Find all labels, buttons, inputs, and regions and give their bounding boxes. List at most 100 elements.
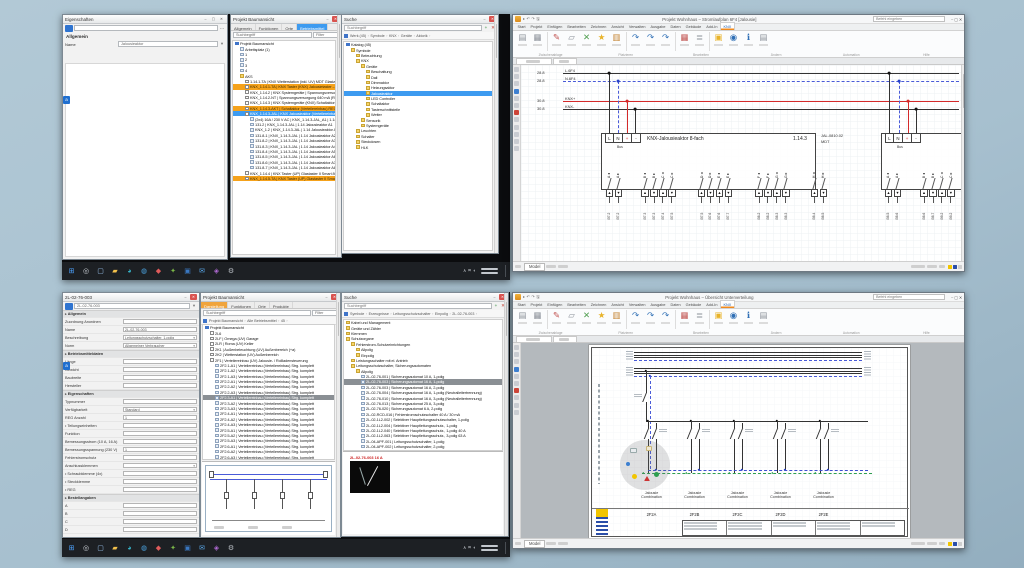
taskbar-app-icon[interactable]: ◈ [211,266,222,277]
form-row[interactable]: Name 2L-02-76-003 [63,326,199,334]
ribbon-tool-icon[interactable]: ✕ [579,32,594,52]
ribbon-tool-icon[interactable] [626,32,627,51]
ribbon-tool-icon[interactable] [709,32,710,51]
name-combobox[interactable]: Jalousieaktor [118,41,218,47]
layout-tab[interactable] [546,542,556,545]
ribbon-tool-icon[interactable]: ★ [594,310,609,330]
canvas-scrollbar[interactable] [961,65,964,261]
tray-icon[interactable]: ⌗ [468,545,471,551]
layout-tab[interactable] [558,542,568,545]
ribbon-tool-icon[interactable]: ↷ [643,32,658,52]
ribbon-tool-icon[interactable] [547,310,548,329]
taskbar-app-icon[interactable]: ◕ [124,266,135,277]
field-value[interactable] [123,511,197,517]
ribbon-tab[interactable]: Projekt [528,301,545,308]
document-tab[interactable] [516,336,552,342]
ribbon-tab[interactable]: Bearbeiten [565,23,588,30]
blue-dot-icon[interactable] [626,462,630,466]
field-value[interactable] [123,431,197,437]
field-value[interactable]: Leitungsschutzschalter, 1-polig [123,335,197,341]
taskbar-app-icon[interactable]: ◆ [153,266,164,277]
ribbon-tool-icon[interactable]: ℹ [741,310,756,330]
output-channel[interactable]: B▲ ▲ /08.6 [920,165,928,220]
ribbon-tool-icon[interactable]: ★ [594,32,609,52]
ribbon-tab[interactable]: KNX [720,300,735,308]
taskbar-app-icon[interactable]: ▢ [95,266,106,277]
tool-icon[interactable] [514,89,519,94]
terminal-cell[interactable]: L [605,133,614,143]
quick-access-toolbar[interactable]: ▸↶↷🖫 [523,294,540,301]
status-toggle[interactable] [948,265,952,269]
field-value[interactable] [123,527,197,533]
form-row[interactable]: Bemessungsstrom (10 A, 16 A) [63,438,199,446]
output-channel[interactable]: B▼ ▼ /07.3 [650,165,658,220]
tool-icon[interactable] [514,117,519,122]
tool-icon[interactable] [514,403,519,408]
search-input[interactable] [344,25,482,31]
ribbon-tool-icon[interactable]: ▦ [677,32,692,52]
taskbar-app-icon[interactable]: ◎ [81,266,92,277]
chevron-down-icon[interactable]: ▾ [191,303,197,309]
breadcrumb-segment[interactable]: Symbole [369,34,385,38]
tool-icon[interactable] [514,352,519,357]
field-value[interactable] [123,399,197,405]
status-toggle[interactable] [953,542,957,546]
breadcrumb-segment[interactable]: 45 [280,319,286,323]
ribbon-tool-icon[interactable] [626,310,627,329]
ribbon-tool-icon[interactable]: ▦ [677,310,692,330]
form-row[interactable]: • Steckklemme [63,478,199,486]
status-toggle[interactable] [958,265,962,269]
output-channel[interactable]: B▼ ▼ /08.7 [929,165,937,220]
output-channel[interactable]: F▼ ▼ /08.2 [764,165,772,220]
field-value[interactable] [123,383,197,389]
show-desktop-button[interactable] [505,542,507,554]
form-row[interactable]: C [63,518,199,526]
ribbon-tool-icon[interactable]: ℹ [741,32,756,52]
ribbon-tool-icon[interactable]: ▱ [564,310,579,330]
terminal-cell[interactable]: N [894,133,903,143]
filter-field[interactable]: Filter [313,32,339,38]
ribbon-tool-icon[interactable]: ↷ [643,310,658,330]
field-value[interactable]: 1 [123,447,197,453]
taskbar-app-icon[interactable]: ▣ [182,543,193,554]
tab[interactable]: Orte [255,302,270,308]
breadcrumb-segment[interactable]: 2L-02-76-003 [451,312,475,316]
ribbon-tab[interactable]: Add-In [704,301,720,308]
terminal-cell[interactable]: + [903,133,912,143]
tab[interactable]: Betriebsmittel [297,24,328,30]
ribbon-tool-icon[interactable]: ↷ [658,32,673,52]
ribbon-tool-icon[interactable] [675,32,676,51]
quick-access-toolbar[interactable]: ▸↶↷🖫 [523,16,540,23]
status-toggle[interactable] [958,542,962,546]
model-tab[interactable]: Model [524,263,545,271]
ribbon-tab[interactable]: Gebäude [683,23,704,30]
schematic-canvas[interactable]: 28.8 28.8 30.8 30.8 L.6F4 N.6F4 KNX+ KNX… [521,65,964,261]
window-titlebar[interactable]: Projekt Baumansicht – ✕ [231,15,341,24]
ribbon-tab[interactable]: Daten [668,301,683,308]
system-tray[interactable]: ∧⌗◖ [463,542,506,554]
add-icon[interactable]: + [493,303,499,309]
field-value[interactable]: 2L-02-76-003 [123,327,197,333]
tab[interactable]: Allgemein [231,24,256,30]
ribbon-tab[interactable]: Einfügen [545,23,565,30]
tree-row[interactable]: 2F2.6-A3 | Verteilereinbau (Verteilerein… [203,454,334,459]
ribbon-tool-icon[interactable]: ↷ [658,310,673,330]
form-row[interactable]: Fehlerstromschutz [63,454,199,462]
form-row[interactable]: Typnummer [63,398,199,406]
form-row[interactable]: Betriebsmitteldaten [63,350,199,358]
ribbon-tool-icon[interactable] [675,310,676,329]
ribbon-tab[interactable]: Zeichnen [588,23,609,30]
field-value[interactable] [123,463,197,469]
symbol-thumbnail[interactable] [350,461,390,493]
tool-icon[interactable] [514,146,519,151]
form-row[interactable]: Gewicht [63,366,199,374]
filter-field[interactable]: Filter [312,310,338,316]
ribbon-tool-icon[interactable]: ✎ [549,310,564,330]
monitor-icon[interactable] [630,448,637,453]
taskbar-app-icon[interactable]: ◈ [211,543,222,554]
tab[interactable]: Produkte [270,302,293,308]
taskbar-app-icon[interactable]: ▣ [182,266,193,277]
search-field[interactable]: Suchbegriff [233,32,312,38]
sheet-canvas[interactable]: ◂ JalousieCombination 2F2A [521,343,964,538]
taskbar-app-icon[interactable]: ⚙ [226,543,237,554]
